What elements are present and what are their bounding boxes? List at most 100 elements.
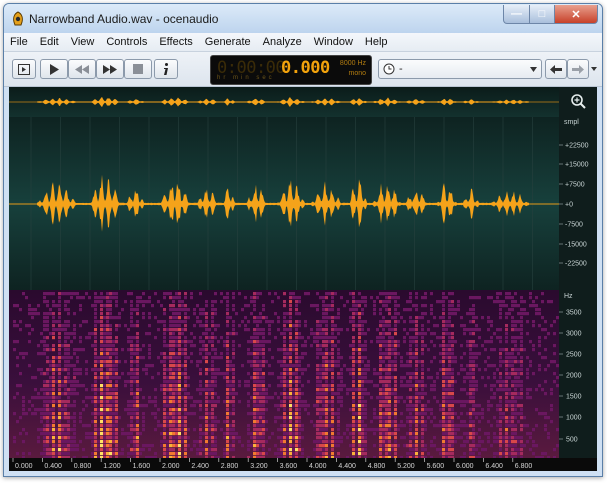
spectrogram-cell	[169, 316, 172, 320]
back-button[interactable]	[545, 59, 567, 79]
spectrogram-cell	[217, 324, 220, 328]
spectrogram-cell	[298, 404, 301, 408]
spectrogram-cell	[442, 320, 445, 324]
spectrogram-cell	[454, 440, 457, 444]
forward-button[interactable]	[567, 59, 589, 79]
spectrogram-cell	[283, 360, 286, 364]
spectrogram-cell	[394, 300, 397, 304]
menu-controls[interactable]: Controls	[100, 36, 153, 48]
spectrogram-cell	[148, 352, 151, 356]
spectrogram-cell	[505, 328, 508, 332]
rewind-button[interactable]	[68, 59, 96, 79]
menu-dropdown-icon[interactable]	[591, 67, 597, 71]
spectrogram-cell	[70, 428, 73, 432]
spectrogram-cell	[505, 424, 508, 428]
spectrogram-cell	[388, 396, 391, 400]
menu-window[interactable]: Window	[308, 36, 359, 48]
spectrogram-cell	[103, 352, 106, 356]
spectrogram-cell	[448, 360, 451, 364]
spectrogram-cell	[31, 412, 34, 416]
spectrogram-cell	[352, 308, 355, 312]
spectrogram-cell	[385, 348, 388, 352]
spectrogram-cell	[358, 356, 361, 360]
spectrogram-cell	[301, 344, 304, 348]
spectrogram-cell	[361, 428, 364, 432]
spectrogram-cell	[262, 376, 265, 380]
spectrogram-cell	[505, 428, 508, 432]
spectrogram-cell	[58, 372, 61, 376]
spectrogram-cell	[325, 340, 328, 344]
spectrogram-cell	[199, 392, 202, 396]
spectrogram-cell	[316, 420, 319, 424]
menu-effects[interactable]: Effects	[153, 36, 198, 48]
spectrogram-cell	[295, 320, 298, 324]
spectrogram-cell	[70, 404, 73, 408]
spectrogram-cell	[517, 304, 520, 308]
spectrogram-cell	[127, 452, 130, 456]
menu-view[interactable]: View	[65, 36, 101, 48]
spectrogram-cell	[64, 304, 67, 308]
spectrogram-cell	[340, 436, 343, 440]
title-bar[interactable]: Narrowband Audio.wav - ocenaudio — □ ✕	[4, 4, 602, 33]
history-select[interactable]: -	[378, 59, 542, 79]
spectrogram-cell	[430, 412, 433, 416]
spectrogram-cell	[199, 388, 202, 392]
maximize-button[interactable]: □	[530, 5, 555, 24]
spectrogram-cell	[358, 416, 361, 420]
audio-editor-view[interactable]: smpl +22500 +15000 +7500 +0 -7500 -15000 -2250…	[9, 87, 597, 471]
show-display-button[interactable]	[12, 59, 36, 79]
stop-button[interactable]	[124, 59, 152, 79]
spectrogram-cell	[58, 380, 61, 384]
menu-help[interactable]: Help	[359, 36, 394, 48]
spectrogram-cell	[499, 436, 502, 440]
spectrogram-cell	[199, 404, 202, 408]
menu-analyze[interactable]: Analyze	[257, 36, 308, 48]
timeline-ruler[interactable]	[9, 458, 597, 471]
spectrogram-cell	[181, 424, 184, 428]
spectrogram-cell	[379, 428, 382, 432]
spectrogram-cell	[130, 376, 133, 380]
play-button[interactable]	[40, 59, 68, 79]
spectrogram-cell	[136, 388, 139, 392]
spectrogram-cell	[409, 380, 412, 384]
spectrogram-cell	[322, 352, 325, 356]
spectrogram-cell	[178, 348, 181, 352]
spectrogram-cell	[349, 344, 352, 348]
spectrogram-cell	[511, 308, 514, 312]
spectrogram-cell	[28, 400, 31, 404]
menu-file[interactable]: File	[4, 36, 34, 48]
menu-generate[interactable]: Generate	[199, 36, 257, 48]
spectrogram-cell	[46, 348, 49, 352]
spectrogram-cell	[331, 440, 334, 444]
close-button[interactable]: ✕	[555, 5, 598, 24]
spectrogram-cell	[448, 448, 451, 452]
spectrogram-cell	[232, 412, 235, 416]
menu-edit[interactable]: Edit	[34, 36, 65, 48]
audio-editor-canvas[interactable]: smpl +22500+15000+7500+0-7500-15000-2250…	[9, 87, 597, 471]
spectrogram-cell	[37, 352, 40, 356]
spectrogram-cell	[415, 436, 418, 440]
spectrogram-cell	[298, 360, 301, 364]
spectrogram-cell	[325, 316, 328, 320]
spectrogram-cell	[151, 304, 154, 308]
spectrogram-cell	[388, 368, 391, 372]
spectrogram-cell	[247, 384, 250, 388]
spectrogram-cell	[361, 440, 364, 444]
spectrogram-cell	[415, 328, 418, 332]
spectrogram-cell	[178, 324, 181, 328]
spectrogram-cell	[364, 452, 367, 456]
info-button[interactable]	[154, 59, 178, 79]
spectrogram-cell	[421, 344, 424, 348]
spectrogram-cell	[97, 408, 100, 412]
spectrogram-cell	[175, 420, 178, 424]
spectrogram-cell	[184, 372, 187, 376]
fast-forward-button[interactable]	[96, 59, 124, 79]
spectrogram-cell	[52, 304, 55, 308]
minimize-button[interactable]: —	[503, 5, 530, 24]
spectrogram-cell	[58, 408, 61, 412]
spectrogram-cell	[520, 368, 523, 372]
spectrogram-cell	[517, 420, 520, 424]
spectrogram-cell	[262, 400, 265, 404]
spectrogram-cell	[328, 384, 331, 388]
spectrogram-cell	[205, 360, 208, 364]
